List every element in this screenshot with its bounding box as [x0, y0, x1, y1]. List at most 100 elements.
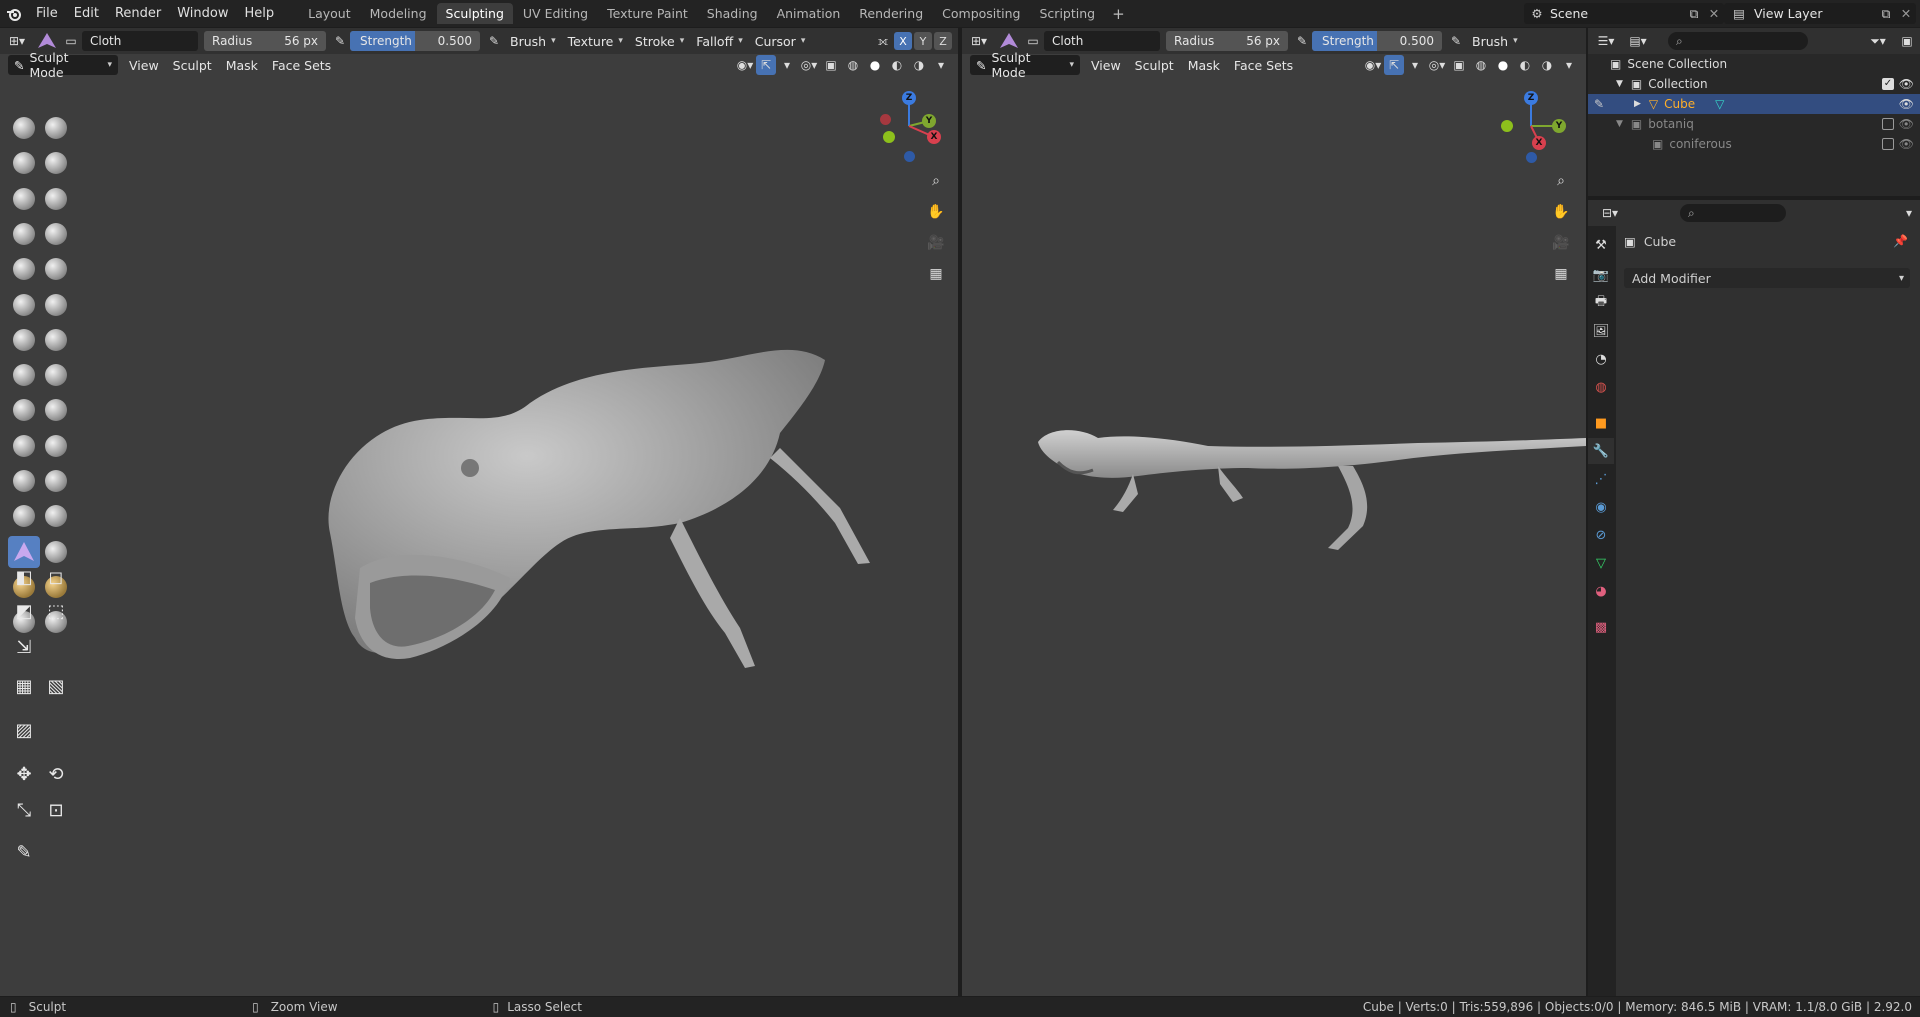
box-mask-icon[interactable]: ◧: [8, 561, 40, 593]
multiplane-scrape-icon[interactable]: [40, 324, 72, 356]
lizard-mesh-closeup[interactable]: [300, 328, 900, 708]
xray-icon[interactable]: ▣: [820, 55, 842, 75]
particles-tab-icon[interactable]: ⋰: [1588, 466, 1614, 492]
boundary-icon[interactable]: [40, 500, 72, 532]
nudge-icon[interactable]: [8, 465, 40, 497]
exclude-checkbox[interactable]: [1882, 138, 1894, 150]
clay-thumb-icon[interactable]: [8, 183, 40, 215]
scene-selector[interactable]: ⚙ Scene ⧉ ✕: [1524, 3, 1724, 24]
display-mode-icon[interactable]: ▤▾: [1622, 31, 1654, 51]
tab-modeling[interactable]: Modeling: [361, 3, 436, 24]
flatten-icon[interactable]: [8, 289, 40, 321]
lasso-mask-icon[interactable]: ◻: [40, 561, 72, 593]
outliner-search-input[interactable]: ⌕: [1668, 32, 1808, 50]
cursor-menu[interactable]: Cursor ▾: [749, 31, 812, 51]
chevron-down-icon[interactable]: ▾: [776, 55, 798, 75]
tool-tab-icon[interactable]: ⚒: [1588, 232, 1614, 258]
overlay-icon[interactable]: ◎▾: [798, 55, 820, 75]
chevron-down-icon[interactable]: ▾: [1404, 55, 1426, 75]
tab-shading[interactable]: Shading: [698, 3, 767, 24]
falloff-menu[interactable]: Falloff ▾: [690, 31, 748, 51]
fill-icon[interactable]: [40, 289, 72, 321]
strength-field[interactable]: Strength 0.500: [1312, 31, 1442, 51]
tab-compositing[interactable]: Compositing: [933, 3, 1029, 24]
view-menu[interactable]: View: [122, 55, 166, 75]
symmetry-x-toggle[interactable]: X: [894, 32, 912, 50]
rotate-tool-icon[interactable]: ⟲: [40, 758, 72, 790]
gizmo-y-axis[interactable]: Y: [922, 114, 936, 128]
data-tab-icon[interactable]: ▽: [1588, 550, 1614, 576]
radius-field[interactable]: Radius 56 px: [204, 31, 326, 51]
eye-icon[interactable]: 👁: [1899, 117, 1914, 131]
overlay-icon[interactable]: ◎▾: [1426, 55, 1448, 75]
mesh-filter-icon[interactable]: ⇲: [8, 631, 40, 663]
scene-tab-icon[interactable]: ◔: [1588, 346, 1614, 372]
pan-hand-icon[interactable]: ✋: [923, 199, 949, 225]
perspective-grid-icon[interactable]: ▦: [923, 261, 949, 287]
chevron-down-icon[interactable]: ▼: [1616, 79, 1623, 89]
output-tab-icon[interactable]: 🖶: [1588, 290, 1614, 316]
gizmo-y-axis[interactable]: Y: [1552, 119, 1566, 133]
world-tab-icon[interactable]: ◍: [1588, 374, 1614, 400]
annotate-icon[interactable]: ✎: [8, 836, 40, 868]
outliner-row-scene-collection[interactable]: ▣ Scene Collection: [1588, 54, 1920, 74]
wireframe-shading-icon[interactable]: ◍: [1470, 55, 1492, 75]
material-tab-icon[interactable]: ◕: [1588, 578, 1614, 604]
pen-pressure-icon[interactable]: ✎: [1292, 31, 1312, 51]
draw-icon[interactable]: [8, 112, 40, 144]
brush-menu[interactable]: Brush ▾: [1466, 31, 1524, 51]
editor-type-icon[interactable]: ⊟▾: [1594, 203, 1626, 223]
grab-icon[interactable]: [40, 359, 72, 391]
menu-file[interactable]: File: [28, 3, 66, 25]
menu-help[interactable]: Help: [237, 3, 283, 25]
smooth-icon[interactable]: [40, 253, 72, 285]
gizmo-neg-z[interactable]: [1526, 152, 1537, 163]
close-icon[interactable]: ✕: [1896, 6, 1916, 21]
exclude-checkbox[interactable]: ✓: [1882, 78, 1894, 90]
gizmo-neg-z[interactable]: [904, 151, 915, 162]
zoom-icon[interactable]: ⌕: [923, 168, 949, 194]
copy-icon[interactable]: ⧉: [1876, 6, 1896, 22]
filter-icon[interactable]: ⏷▾: [1862, 31, 1894, 51]
tab-texture-paint[interactable]: Texture Paint: [598, 3, 697, 24]
add-workspace-button[interactable]: +: [1104, 5, 1133, 23]
object-tab-icon[interactable]: ■: [1588, 410, 1614, 436]
gizmo-toggle-icon[interactable]: ⇱: [756, 55, 776, 75]
pen-pressure-icon[interactable]: ✎: [330, 31, 350, 51]
symmetry-z-toggle[interactable]: Z: [934, 32, 952, 50]
symmetry-icon[interactable]: ⟗: [872, 31, 894, 51]
color-filter-icon[interactable]: ▧: [40, 670, 72, 702]
transform-icon[interactable]: ⊡: [40, 794, 72, 826]
navigation-gizmo[interactable]: Z Y X: [1496, 88, 1566, 164]
blob-icon[interactable]: [40, 218, 72, 250]
mode-selector[interactable]: ✎ Sculpt Mode ▾: [970, 50, 1080, 80]
texture-menu[interactable]: Texture ▾: [562, 31, 629, 51]
chevron-right-icon[interactable]: ▶: [1634, 99, 1641, 109]
edit-face-set-icon[interactable]: ▨: [8, 714, 40, 746]
snake-hook-icon[interactable]: [40, 394, 72, 426]
blender-logo-icon[interactable]: [0, 0, 28, 27]
layer-icon[interactable]: [40, 183, 72, 215]
rendered-shading-icon[interactable]: ◑: [1536, 55, 1558, 75]
copy-icon[interactable]: ⧉: [1684, 6, 1704, 22]
chevron-down-icon[interactable]: ▾: [1898, 203, 1920, 223]
editor-type-icon[interactable]: ⊞▾: [0, 31, 34, 51]
eye-icon[interactable]: 👁: [1899, 137, 1914, 151]
pinch-icon[interactable]: [8, 359, 40, 391]
pin-icon[interactable]: 📌: [1893, 234, 1908, 248]
brush-datablock-icon[interactable]: ▭: [60, 31, 82, 51]
brush-name-field[interactable]: Cloth: [1044, 31, 1160, 51]
menu-window[interactable]: Window: [169, 3, 236, 25]
zoom-icon[interactable]: ⌕: [1548, 168, 1574, 194]
gizmo-z-axis[interactable]: Z: [902, 91, 916, 105]
draw-sharp-icon[interactable]: [40, 112, 72, 144]
slide-relax-icon[interactable]: [8, 500, 40, 532]
strength-field[interactable]: Strength 0.500: [350, 31, 480, 51]
xray-icon[interactable]: ▣: [1448, 55, 1470, 75]
rendered-shading-icon[interactable]: ◑: [908, 55, 930, 75]
clay-strips-icon[interactable]: [40, 147, 72, 179]
gizmo-neg-y[interactable]: [883, 131, 895, 143]
gizmo-x-axis[interactable]: X: [927, 130, 941, 144]
tab-rendering[interactable]: Rendering: [850, 3, 932, 24]
add-modifier-dropdown[interactable]: Add Modifier ▾: [1624, 268, 1910, 288]
